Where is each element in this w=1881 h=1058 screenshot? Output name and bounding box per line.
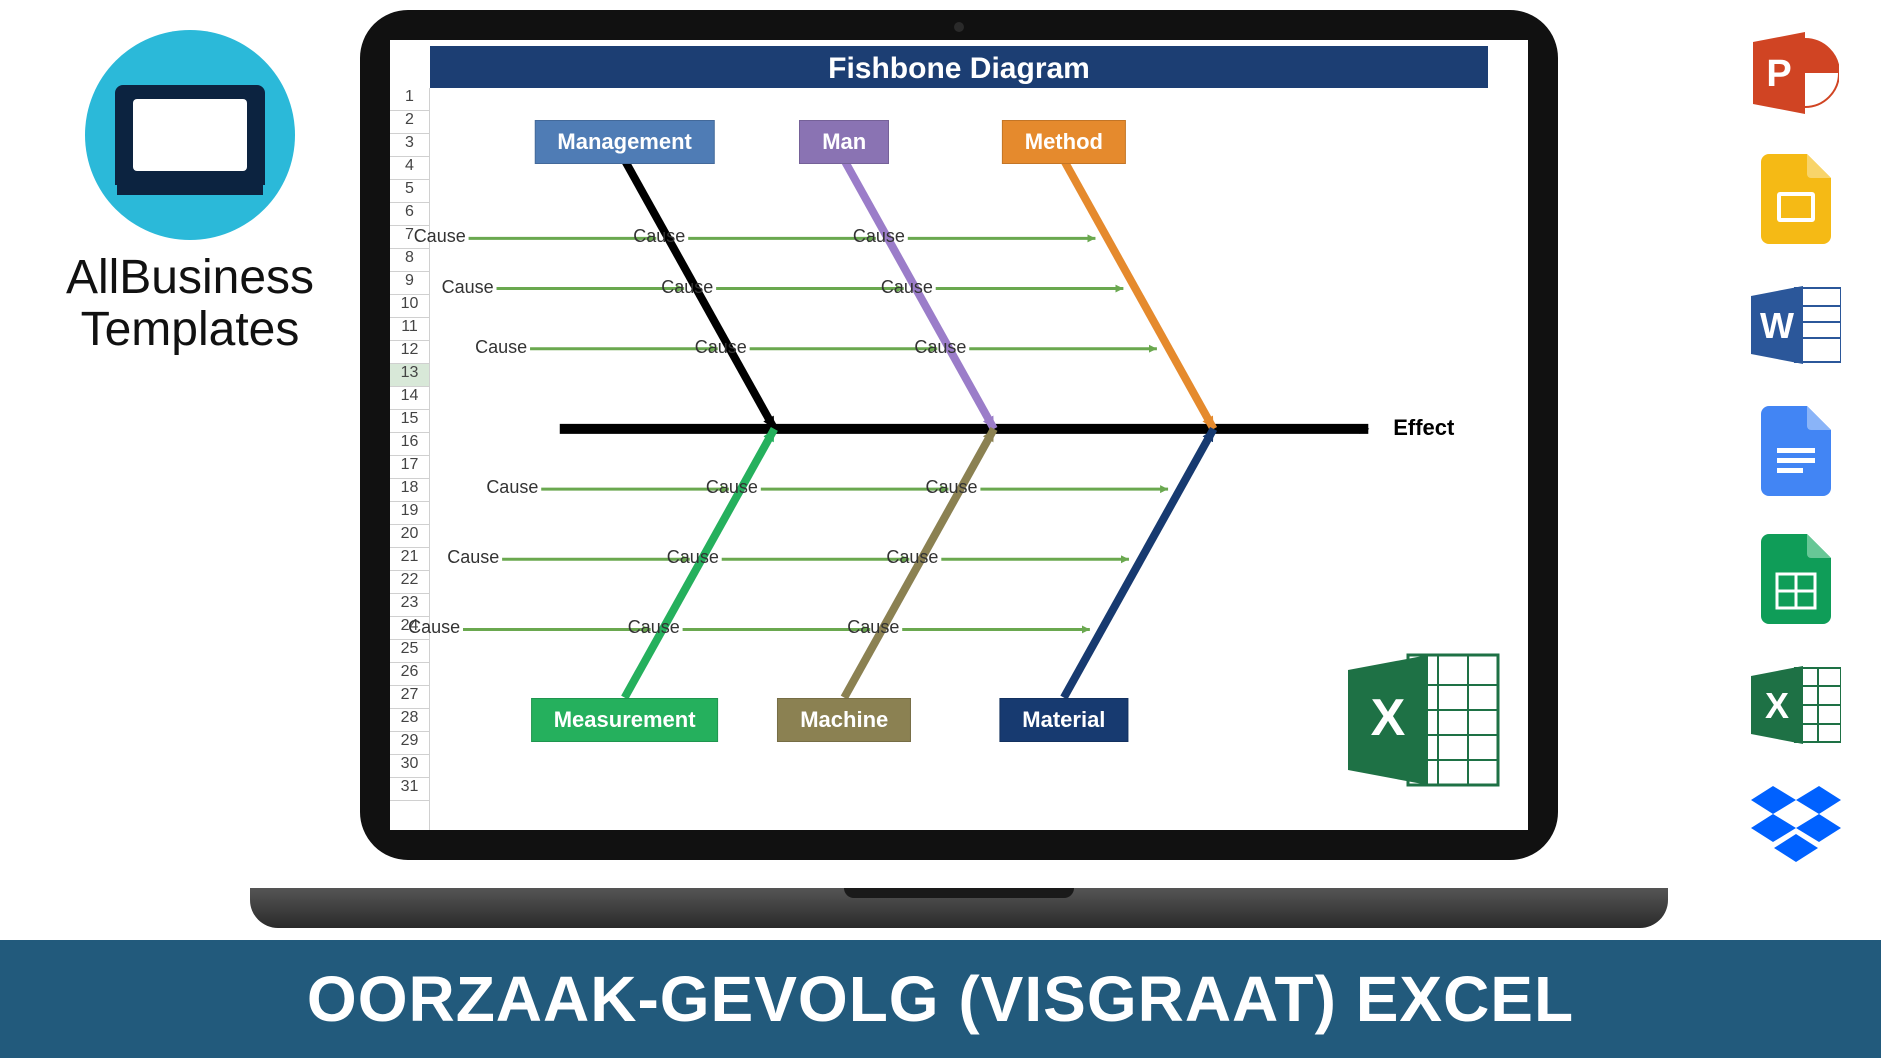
google-docs-icon [1761,406,1831,496]
brand-name: AllBusiness Templates [40,252,340,356]
cause-label: Cause [408,617,460,638]
row-number: 20 [390,525,429,548]
row-number: 12 [390,341,429,364]
word-icon: W [1751,282,1841,368]
row-number: 22 [390,571,429,594]
category-box: Method [1002,120,1126,164]
row-number: 18 [390,479,429,502]
row-number: 28 [390,709,429,732]
cause-label: Cause [414,226,466,247]
cause-label: Cause [442,277,494,298]
row-number: 1 [390,88,429,111]
row-number: 17 [390,456,429,479]
excel-icon: X [1338,645,1508,800]
cause-label: Cause [914,337,966,358]
svg-text:W: W [1760,305,1794,346]
svg-text:X: X [1371,689,1406,747]
cause-label: Cause [447,547,499,568]
google-sheets-icon [1761,534,1831,624]
row-number: 21 [390,548,429,571]
laptop-base [250,888,1668,928]
row-gutter: 1234567891011121314151617181920212223242… [390,88,430,830]
row-number: 16 [390,433,429,456]
effect-label: Effect [1393,415,1454,441]
row-number: 6 [390,203,429,226]
cause-label: Cause [475,337,527,358]
powerpoint-icon: P [1753,30,1839,116]
cause-label: Cause [486,477,538,498]
brand-icon [85,30,295,240]
category-box: Man [799,120,889,164]
row-number: 27 [390,686,429,709]
row-number: 25 [390,640,429,663]
category-box: Material [999,698,1128,742]
cause-label: Cause [628,617,680,638]
row-number: 26 [390,663,429,686]
fishbone-diagram: Cause Cause Cause Cause Cause Cause Cause Cause… [430,88,1528,830]
row-number: 15 [390,410,429,433]
row-number: 31 [390,778,429,801]
row-number: 2 [390,111,429,134]
row-number: 14 [390,387,429,410]
excel-icon: X [1751,662,1841,748]
svg-text:P: P [1766,53,1791,95]
camera-dot [954,22,964,32]
cause-label: Cause [853,226,905,247]
svg-text:X: X [1765,685,1789,726]
cause-label: Cause [847,617,899,638]
cause-label: Cause [926,477,978,498]
cause-label: Cause [881,277,933,298]
app-icons-column: P W X [1741,30,1851,866]
row-number: 8 [390,249,429,272]
row-number: 11 [390,318,429,341]
dropbox-icon [1751,786,1841,866]
cause-label: Cause [661,277,713,298]
cause-label: Cause [633,226,685,247]
row-number: 13 [390,364,429,387]
cause-label: Cause [886,547,938,568]
row-number: 4 [390,157,429,180]
laptop-mockup: Fishbone Diagram 12345678910111213141516… [360,10,1558,928]
row-number: 3 [390,134,429,157]
cause-label: Cause [695,337,747,358]
cause-label: Cause [667,547,719,568]
cause-label: Cause [706,477,758,498]
row-number: 23 [390,594,429,617]
google-slides-icon [1761,154,1831,244]
footer-text: OORZAAK-GEVOLG (VISGRAAT) EXCEL [307,962,1574,1036]
footer-banner: OORZAAK-GEVOLG (VISGRAAT) EXCEL [0,940,1881,1058]
row-number: 10 [390,295,429,318]
row-number: 19 [390,502,429,525]
screen-content: Fishbone Diagram 12345678910111213141516… [390,40,1528,830]
row-number: 9 [390,272,429,295]
category-box: Measurement [531,698,719,742]
category-box: Machine [777,698,911,742]
laptop-glyph [115,85,265,185]
category-box: Management [534,120,714,164]
row-number: 29 [390,732,429,755]
brand-block: AllBusiness Templates [40,30,340,356]
diagram-title: Fishbone Diagram [430,46,1488,92]
row-number: 30 [390,755,429,778]
row-number: 5 [390,180,429,203]
